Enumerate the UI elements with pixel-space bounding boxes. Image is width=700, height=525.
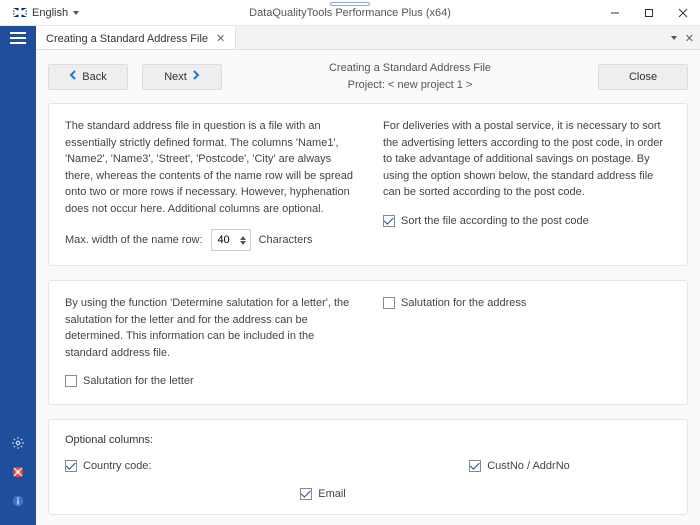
tab-menu-icon[interactable] <box>671 36 677 40</box>
characters-label: Characters <box>259 232 313 249</box>
max-width-value[interactable] <box>212 234 236 246</box>
window-title: DataQualityTools Performance Plus (x64) <box>249 7 451 19</box>
max-width-stepper[interactable] <box>211 229 251 251</box>
content: Back Next Creating a Standard Address Fi… <box>36 50 700 525</box>
minimize-button[interactable] <box>598 0 632 26</box>
chevron-left-icon <box>69 70 77 83</box>
next-label: Next <box>164 71 187 83</box>
help-icon[interactable] <box>11 465 25 482</box>
optional-heading: Optional columns: <box>65 434 671 446</box>
panel-salutation: By using the function 'Determine salutat… <box>48 280 688 405</box>
page-title-block: Creating a Standard Address File Project… <box>222 60 598 93</box>
panel-optional-columns: Optional columns: Country code: CustNo /… <box>48 419 688 515</box>
tab-close-icon[interactable]: ✕ <box>216 32 225 45</box>
checkbox-icon <box>65 375 77 387</box>
tab-label: Creating a Standard Address File <box>46 33 208 45</box>
checkbox-icon <box>65 460 77 472</box>
country-code-label: Country code: <box>83 460 151 472</box>
salutation-address-label: Salutation for the address <box>401 295 526 312</box>
close-window-button[interactable] <box>666 0 700 26</box>
salutation-address-checkbox[interactable]: Salutation for the address <box>383 295 526 312</box>
close-label: Close <box>629 71 657 83</box>
stepper-up-icon[interactable] <box>240 236 246 240</box>
tab-standard-address[interactable]: Creating a Standard Address File ✕ <box>36 26 236 49</box>
back-button[interactable]: Back <box>48 64 128 90</box>
salutation-letter-checkbox[interactable]: Salutation for the letter <box>65 373 194 390</box>
sort-by-postcode-checkbox[interactable]: Sort the file according to the post code <box>383 213 589 230</box>
language-selector[interactable]: English <box>4 3 88 23</box>
sidebar <box>0 26 36 525</box>
sort-label: Sort the file according to the post code <box>401 213 589 230</box>
custno-checkbox[interactable]: CustNo / AddrNo <box>469 460 570 472</box>
info-icon[interactable] <box>11 494 25 511</box>
tab-close-all-icon[interactable]: ✕ <box>685 32 694 45</box>
email-checkbox[interactable]: Email <box>300 488 346 500</box>
main-area: Creating a Standard Address File ✕ ✕ Bac… <box>36 26 700 525</box>
menu-button[interactable] <box>10 32 26 47</box>
title-bar: English DataQualityTools Performance Plu… <box>0 0 700 26</box>
settings-icon[interactable] <box>11 436 25 453</box>
next-button[interactable]: Next <box>142 64 222 90</box>
format-description-right: For deliveries with a postal service, it… <box>383 118 671 201</box>
tab-strip: Creating a Standard Address File ✕ ✕ <box>36 26 700 50</box>
dropdown-icon <box>73 11 79 15</box>
checkbox-icon <box>383 215 395 227</box>
back-label: Back <box>82 71 106 83</box>
max-width-label: Max. width of the name row: <box>65 232 203 249</box>
maximize-button[interactable] <box>632 0 666 26</box>
language-label: English <box>32 7 68 19</box>
panel-format: The standard address file in question is… <box>48 103 688 266</box>
country-code-checkbox[interactable]: Country code: <box>65 460 368 472</box>
checkbox-icon <box>469 460 481 472</box>
format-description-left: The standard address file in question is… <box>65 118 353 217</box>
uk-flag-icon <box>13 8 27 17</box>
custno-label: CustNo / AddrNo <box>487 460 570 472</box>
checkbox-icon <box>300 488 312 500</box>
chevron-right-icon <box>192 70 200 83</box>
page-title: Creating a Standard Address File <box>222 60 598 77</box>
stepper-down-icon[interactable] <box>240 241 246 245</box>
close-button[interactable]: Close <box>598 64 688 90</box>
project-label: Project: < new project 1 > <box>222 77 598 94</box>
window-controls <box>598 0 700 26</box>
window-grip <box>330 2 370 6</box>
salutation-description: By using the function 'Determine salutat… <box>65 295 353 361</box>
salutation-letter-label: Salutation for the letter <box>83 373 194 390</box>
email-label: Email <box>318 488 346 500</box>
checkbox-icon <box>383 297 395 309</box>
